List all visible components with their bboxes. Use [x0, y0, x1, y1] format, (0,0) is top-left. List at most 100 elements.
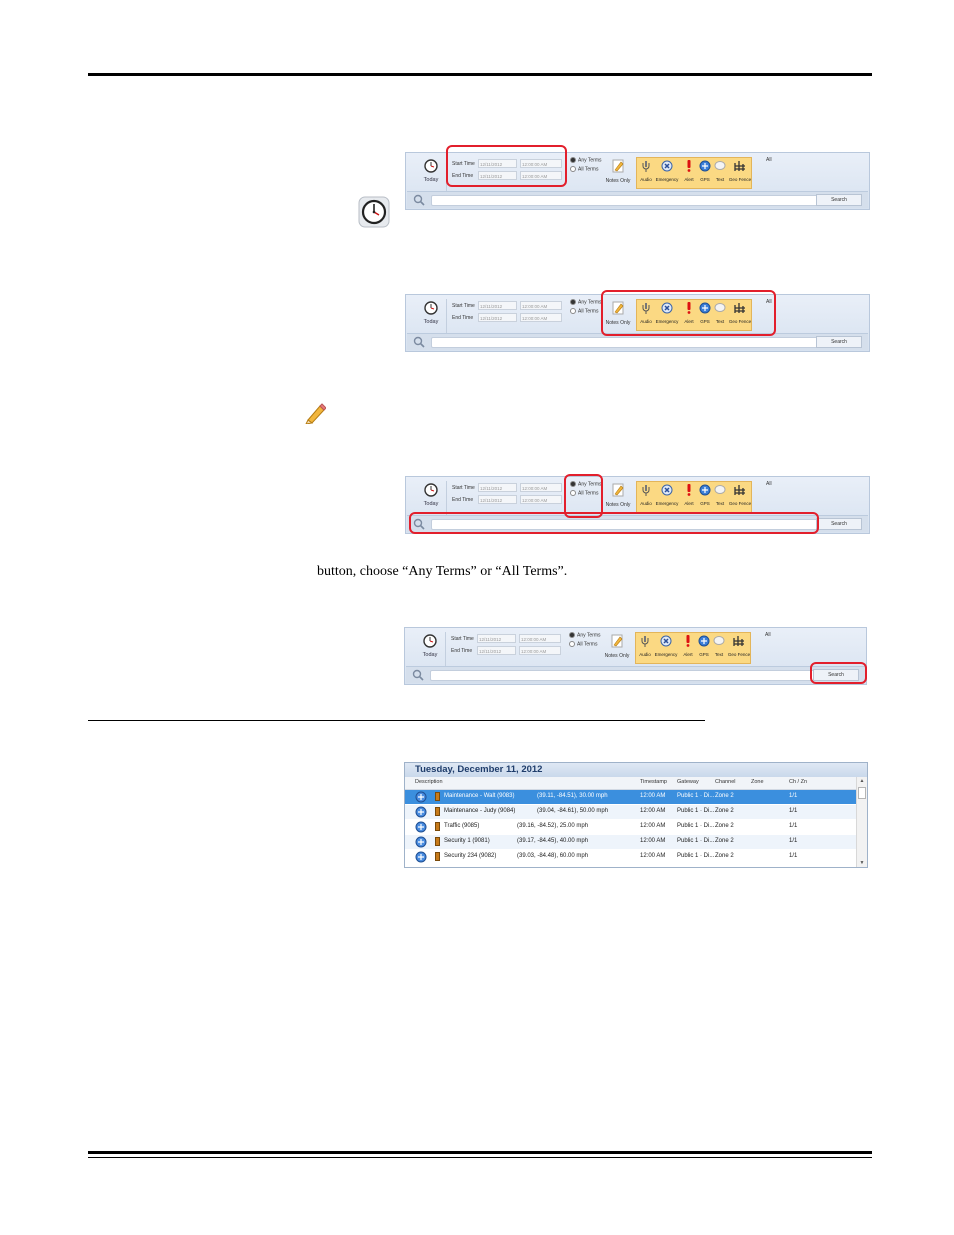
- divider: [445, 632, 446, 666]
- gps-label: GPS: [700, 177, 710, 182]
- all-terms-radio[interactable]: All Terms: [570, 166, 598, 172]
- gps-location-icon: [415, 851, 427, 863]
- all-terms-radio[interactable]: All Terms: [569, 641, 597, 647]
- geo-fence-filter-button[interactable]: Geo Fence: [728, 160, 752, 182]
- all-terms-radio[interactable]: All Terms: [570, 308, 598, 314]
- text-filter-button[interactable]: Text: [713, 484, 727, 506]
- all-terms-label: All Terms: [577, 641, 598, 648]
- search-button[interactable]: Search: [816, 336, 862, 348]
- audio-label: Audio: [639, 652, 651, 657]
- geo-fence-filter-button[interactable]: Geo Fence: [728, 484, 752, 506]
- search-input[interactable]: [430, 670, 818, 681]
- column-description[interactable]: Description: [415, 779, 443, 785]
- audio-filter-button[interactable]: Audio: [637, 635, 653, 657]
- start-time-field[interactable]: 12:00:00 AM: [520, 483, 562, 492]
- radio-unit-icon: [435, 837, 440, 846]
- column-gateway[interactable]: Gateway: [677, 779, 699, 785]
- notes-only-button[interactable]: Notes Only: [603, 634, 631, 659]
- radio-dot: [570, 299, 576, 305]
- column-channel[interactable]: Channel: [715, 779, 736, 785]
- search-icon: [413, 194, 425, 206]
- column-zone[interactable]: Zone: [751, 779, 764, 785]
- today-button[interactable]: Today: [418, 301, 444, 325]
- all-filter-label[interactable]: All: [766, 157, 772, 163]
- search-input[interactable]: [431, 337, 819, 348]
- alert-filter-button[interactable]: Alert: [681, 484, 697, 506]
- row-description: Maintenance - Walt (9083): [444, 793, 515, 799]
- microphone-icon: [642, 161, 650, 172]
- today-button[interactable]: Today: [418, 159, 444, 183]
- notes-only-button[interactable]: Notes Only: [604, 159, 632, 184]
- start-date-field[interactable]: 12/11/2012: [478, 301, 517, 310]
- today-button[interactable]: Today: [417, 634, 443, 658]
- today-button[interactable]: Today: [418, 483, 444, 507]
- row-timestamp: 12:00 AM: [640, 823, 666, 829]
- search-button[interactable]: Search: [816, 194, 862, 206]
- gps-filter-button[interactable]: GPS: [698, 484, 712, 506]
- row-location: (39.17, -84.45), 40.00 mph: [517, 838, 589, 844]
- column-chzn[interactable]: Ch / Zn: [789, 779, 807, 785]
- text-label: Text: [715, 177, 725, 182]
- any-terms-label: Any Terms: [578, 157, 602, 164]
- geo-fence-filter-button[interactable]: Geo Fence: [727, 635, 751, 657]
- any-terms-radio[interactable]: Any Terms: [570, 157, 602, 163]
- table-row[interactable]: Security 234 (9082) (39.03, -84.48), 60.…: [405, 850, 857, 864]
- end-time-field[interactable]: 12:00:00 AM: [519, 646, 561, 655]
- gps-location-icon: [415, 806, 427, 818]
- emergency-filter-button[interactable]: Emergency: [654, 635, 678, 657]
- search-button[interactable]: Search: [816, 518, 862, 530]
- emergency-filter-button[interactable]: Emergency: [655, 484, 679, 506]
- notes-only-button[interactable]: Notes Only: [604, 483, 632, 508]
- filter-button-group: Audio Emergency Alert GPS Text Geo Fence: [636, 157, 752, 189]
- row-gateway: Public 1 · Di...: [677, 838, 715, 844]
- row-timestamp: 12:00 AM: [640, 808, 666, 814]
- alert-filter-button[interactable]: Alert: [681, 160, 697, 182]
- text-filter-button[interactable]: Text: [713, 160, 727, 182]
- scroll-thumb[interactable]: [858, 787, 866, 799]
- end-time-field[interactable]: 12:00:00 AM: [520, 313, 562, 322]
- audio-filter-button[interactable]: Audio: [638, 160, 654, 182]
- column-timestamp[interactable]: Timestamp: [640, 779, 667, 785]
- scroll-down-icon[interactable]: ▼: [857, 860, 867, 866]
- start-date-field[interactable]: 12/11/2012: [478, 483, 517, 492]
- table-row[interactable]: Traffic (9085) (39.16, -84.52), 25.00 mp…: [405, 820, 857, 834]
- table-row[interactable]: Maintenance - Judy (9084) (39.04, -84.61…: [405, 805, 857, 819]
- results-scrollbar[interactable]: ▲ ▼: [856, 777, 867, 867]
- chat-bubble-icon: [714, 161, 726, 170]
- audio-filter-button[interactable]: Audio: [638, 484, 654, 506]
- start-date-field[interactable]: 12/11/2012: [477, 634, 516, 643]
- start-time-label: Start Time: [451, 636, 474, 642]
- any-terms-radio[interactable]: Any Terms: [570, 299, 602, 305]
- text-filter-button[interactable]: Text: [712, 635, 726, 657]
- gps-filter-button[interactable]: GPS: [698, 160, 712, 182]
- start-time-field[interactable]: 12:00:00 AM: [519, 634, 561, 643]
- instruction-text: button, choose “Any Terms” or “All Terms…: [317, 564, 568, 579]
- today-label: Today: [423, 177, 439, 183]
- end-date-field[interactable]: 12/11/2012: [478, 495, 517, 504]
- table-row[interactable]: Security 1 (9081) (39.17, -84.45), 40.00…: [405, 835, 857, 849]
- end-date-field[interactable]: 12/11/2012: [477, 646, 516, 655]
- any-terms-radio[interactable]: Any Terms: [569, 632, 601, 638]
- start-time-field[interactable]: 12:00:00 AM: [520, 301, 562, 310]
- emergency-filter-button[interactable]: Emergency: [655, 160, 679, 182]
- all-filter-label[interactable]: All: [766, 481, 772, 487]
- radio-unit-icon: [435, 807, 440, 816]
- search-input[interactable]: [431, 195, 819, 206]
- gps-filter-button[interactable]: GPS: [697, 635, 711, 657]
- end-time-field[interactable]: 12:00:00 AM: [520, 495, 562, 504]
- row-chzn: 1/1: [789, 853, 798, 859]
- table-row[interactable]: Maintenance - Walt (9083) (39.11, -84.51…: [405, 790, 857, 804]
- notes-only-label: Notes Only: [604, 653, 630, 659]
- end-date-field[interactable]: 12/11/2012: [478, 313, 517, 322]
- all-filter-label[interactable]: All: [765, 632, 771, 638]
- row-gateway: Public 1 · Di...: [677, 853, 715, 859]
- scroll-up-icon[interactable]: ▲: [857, 778, 867, 784]
- gps-label: GPS: [700, 501, 710, 506]
- pencil-icon: [611, 634, 623, 648]
- end-time-label: End Time: [452, 497, 474, 503]
- radio-dot: [570, 166, 576, 172]
- radio-dot: [569, 632, 575, 638]
- alert-filter-button[interactable]: Alert: [680, 635, 696, 657]
- row-channel: Zone 2: [715, 838, 734, 844]
- highlight-search-button: [810, 662, 867, 684]
